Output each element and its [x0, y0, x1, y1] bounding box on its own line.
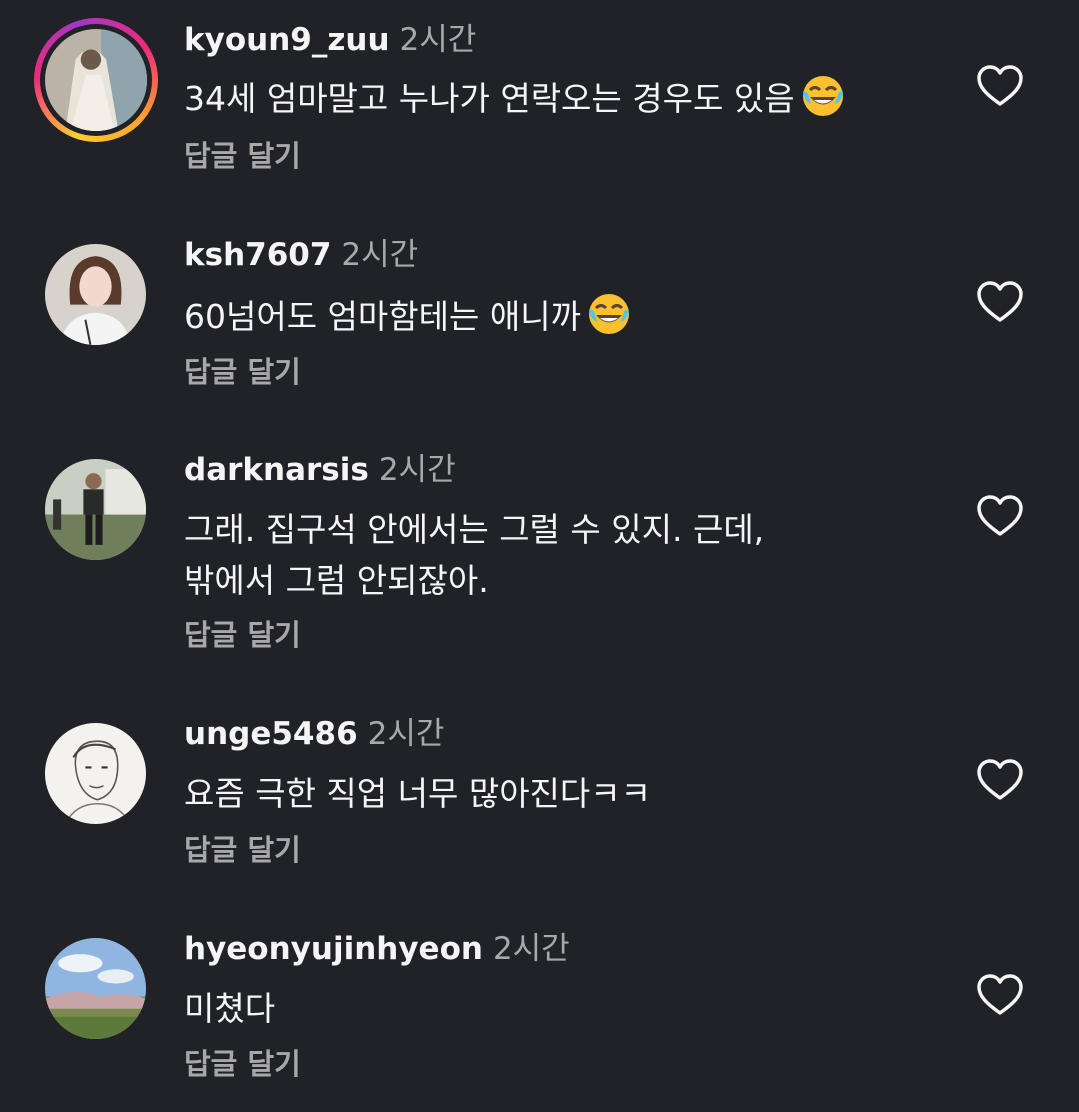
avatar[interactable]: [45, 938, 146, 1039]
comment-time: 2시간: [399, 22, 477, 58]
comment-text: 미쳤다: [184, 989, 276, 1028]
avatar[interactable]: [45, 244, 146, 345]
comment-username[interactable]: kyoun9_zuu: [184, 22, 390, 58]
comment-username[interactable]: hyeonyujinhyeon: [184, 931, 483, 967]
reply-button[interactable]: 답글 달기: [184, 1046, 301, 1082]
comment-text-content: 34세 엄마말고 누나가 연락오는 경우도 있음: [184, 79, 795, 118]
comment-text-content: 60넘어도 엄마함테는 애니까: [184, 297, 581, 336]
comment-username[interactable]: ksh7607: [184, 237, 331, 273]
avatar-story-ring[interactable]: [34, 18, 158, 142]
avatar-image: [45, 938, 146, 1039]
avatar[interactable]: [45, 459, 146, 560]
comment-header: hyeonyujinhyeon 2시간: [184, 930, 570, 968]
heart-outline-icon[interactable]: [976, 64, 1024, 108]
avatar-image: [45, 459, 146, 560]
avatar-image: [45, 723, 146, 824]
comment-time: 2시간: [367, 716, 445, 752]
comment-text-line-2: 밖에서 그럼 안되잖아.: [184, 561, 489, 600]
avatar-image: [45, 244, 146, 345]
reply-button[interactable]: 답글 달기: [184, 138, 301, 174]
comment-time: 2시간: [378, 452, 456, 488]
reply-button[interactable]: 답글 달기: [184, 354, 301, 390]
avatar: [45, 29, 147, 131]
comment-time: 2시간: [341, 237, 419, 273]
avatar[interactable]: [45, 723, 146, 824]
comment-header: kyoun9_zuu 2시간: [184, 21, 476, 59]
heart-outline-icon[interactable]: [976, 973, 1024, 1017]
heart-outline-icon[interactable]: [976, 758, 1024, 802]
comment-username[interactable]: unge5486: [184, 716, 358, 752]
face-with-tears-of-joy-icon: [588, 294, 629, 334]
reply-button[interactable]: 답글 달기: [184, 832, 301, 868]
avatar-image: [45, 29, 147, 131]
reply-button[interactable]: 답글 달기: [184, 617, 301, 653]
comment-header: darknarsis 2시간: [184, 451, 456, 489]
comment-text: 34세 엄마말고 누나가 연락오는 경우도 있음: [184, 72, 845, 126]
comment-time: 2시간: [492, 931, 570, 967]
comment-text-line-1: 그래. 집구석 안에서는 그럴 수 있지. 근데,: [184, 510, 765, 549]
heart-outline-icon[interactable]: [976, 280, 1024, 324]
comment-text: 요즘 극한 직업 너무 많아진다ㅋㅋ: [184, 774, 651, 813]
comment-header: ksh7607 2시간: [184, 236, 418, 274]
heart-outline-icon[interactable]: [976, 494, 1024, 538]
comment-text: 60넘어도 엄마함테는 애니까: [184, 290, 631, 344]
comment-username[interactable]: darknarsis: [184, 452, 369, 488]
face-with-tears-of-joy-icon: [802, 76, 843, 116]
comment-header: unge5486 2시간: [184, 715, 444, 753]
